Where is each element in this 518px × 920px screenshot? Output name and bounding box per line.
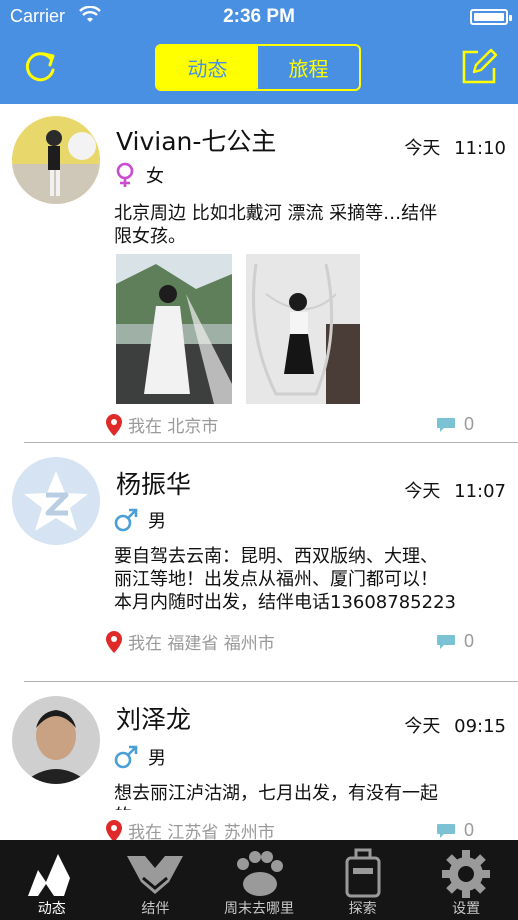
divider (24, 442, 518, 443)
post-date: 今天 (404, 481, 441, 502)
comment-icon (436, 417, 455, 432)
tab-settings[interactable]: 设置 (414, 840, 518, 920)
male-icon (114, 745, 138, 769)
user-name[interactable]: Vivian-七公主 (116, 122, 276, 158)
comment-count-label: 0 (463, 631, 474, 651)
gender-label: 女 (146, 166, 164, 187)
location-pin-icon (106, 819, 122, 840)
tab-label: 探索 (348, 901, 377, 917)
battery-icon (470, 9, 512, 25)
location-row: 我在 江苏省 苏州市 (106, 818, 275, 840)
location-label: 我在 福建省 福州市 (128, 634, 275, 654)
post-content: 要自驾去云南：昆明、西双版纳、大理、 丽江等地！出发点从福州、厦门都可以！ 本月… (114, 545, 494, 614)
post-date: 今天 (404, 138, 441, 159)
user-name[interactable]: 杨振华 (116, 465, 191, 501)
post-photo[interactable] (246, 254, 360, 404)
comment-count-label: 0 (463, 820, 474, 840)
avatar[interactable] (12, 696, 100, 784)
tab-label: 周末去哪里 (223, 901, 294, 917)
location-row: 我在 福建省 福州市 (106, 629, 275, 654)
tab-dynamic[interactable]: 动态 (0, 840, 104, 920)
location-pin-icon (106, 630, 122, 653)
location-label: 我在 江苏省 苏州市 (128, 823, 275, 840)
content-line: 丽江等地！出发点从福州、厦门都可以！ (114, 569, 438, 590)
segmented-control: 动态 旅程 (155, 44, 361, 91)
refresh-icon[interactable] (20, 46, 62, 88)
segment-dynamic[interactable]: 动态 (157, 46, 258, 89)
feed-list[interactable]: Vivian-七公主 今天 11:10 女 北京周边 比如北戴河 漂流 采摘等…… (0, 104, 518, 840)
comment-icon (436, 823, 455, 838)
content-line: 北京周边 比如北戴河 漂流 采摘等…结伴 (114, 203, 438, 224)
gender-row: 男 (114, 507, 166, 533)
comment-count[interactable]: 0 (436, 631, 474, 652)
gender-row: 男 (114, 744, 166, 770)
compose-icon[interactable] (458, 46, 500, 88)
avatar[interactable] (12, 116, 100, 204)
dynamic-icon (27, 854, 70, 896)
tab-bar: 动态 结伴 周末去哪里 探索 设置 (0, 840, 518, 920)
post-content: 想去丽江泸沽湖，七月出发，有没有一起 的 (114, 782, 494, 810)
post-timestamp: 今天 11:10 (404, 134, 506, 160)
user-name[interactable]: 刘泽龙 (116, 700, 191, 736)
gear-icon (442, 850, 491, 898)
tab-label: 结伴 (141, 901, 170, 917)
divider (24, 681, 518, 682)
content-line: 的 (114, 805, 494, 810)
tab-label: 设置 (452, 901, 481, 917)
post-timestamp: 今天 11:07 (404, 477, 506, 503)
post-photo[interactable] (116, 254, 232, 404)
comment-count-label: 0 (463, 414, 474, 434)
content-line: 要自驾去云南：昆明、西双版纳、大理、 (114, 546, 438, 567)
tab-partner[interactable]: 结伴 (104, 840, 208, 920)
status-bar: Carrier 2:36 PM (0, 0, 518, 34)
female-icon (116, 162, 134, 187)
post-content: 北京周边 比如北戴河 漂流 采摘等…结伴 限女孩。 (114, 202, 484, 248)
content-line: 本月内随时出发，结伴电话13608785223 (114, 592, 456, 613)
luggage-icon (345, 848, 381, 898)
location-row: 我在 北京市 (106, 412, 218, 437)
post-date: 今天 (404, 716, 441, 737)
nav-header: Carrier 2:36 PM 动态 旅程 (0, 0, 518, 104)
post-time: 11:07 (454, 481, 506, 502)
post-timestamp: 今天 09:15 (404, 712, 506, 738)
gender-row: 女 (114, 162, 164, 188)
status-time: 2:36 PM (223, 6, 295, 27)
comment-count[interactable]: 0 (436, 414, 474, 435)
content-line: 想去丽江泸沽湖，七月出发，有没有一起 (114, 783, 438, 804)
location-label: 我在 北京市 (128, 417, 219, 437)
tab-weekend[interactable]: 周末去哪里 (207, 840, 311, 920)
post-time: 09:15 (454, 716, 506, 737)
segment-journey[interactable]: 旅程 (258, 46, 359, 89)
tab-explore[interactable]: 探索 (311, 840, 415, 920)
comment-count[interactable]: 0 (436, 820, 474, 840)
gender-label: 男 (148, 511, 166, 532)
comment-icon (436, 634, 455, 649)
handshake-icon (127, 856, 184, 894)
gender-label: 男 (148, 748, 166, 769)
post-time: 11:10 (454, 138, 506, 159)
content-line: 限女孩。 (114, 226, 186, 247)
avatar[interactable] (12, 457, 100, 545)
location-pin-icon (106, 413, 122, 436)
tab-label: 动态 (37, 901, 66, 917)
male-icon (114, 508, 138, 532)
paw-icon (236, 851, 283, 896)
